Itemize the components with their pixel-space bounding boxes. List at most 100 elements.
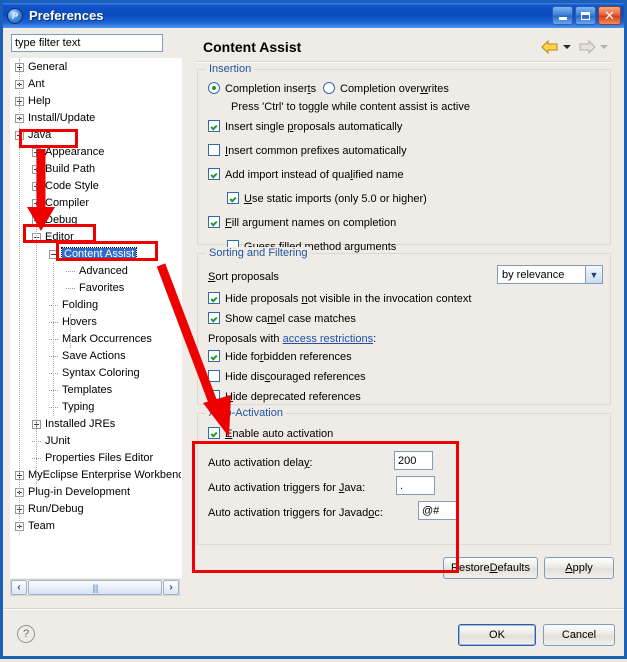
restriction-checkbox-0[interactable]: Hide forbidden references [208,350,352,364]
tree-item-run-debug[interactable]: Run/Debug [15,501,84,518]
tree-item-editor[interactable]: Editor [32,229,74,246]
tree-item-debug[interactable]: Debug [32,212,77,229]
maximize-button[interactable] [575,6,596,25]
auto-activation-delay-input[interactable] [394,451,433,470]
tree-item-label: JUnit [45,435,71,447]
apply-button[interactable]: Apply [544,557,614,579]
back-dropdown-caret-icon[interactable] [563,45,571,49]
label-prefix: Hide fo [225,351,260,363]
scroll-right-arrow-icon[interactable]: › [163,580,179,595]
label-prefix: Add import instead of qua [225,169,351,181]
sorting-checkbox-0[interactable]: Hide proposals not visible in the invoca… [208,292,471,306]
tree-item-junit[interactable]: JUnit [32,433,70,450]
tree-item-code-style[interactable]: Code Style [32,178,99,195]
scroll-left-arrow-icon[interactable]: ‹ [11,580,27,595]
checkbox-label: ide deprecated references [232,391,361,403]
label-prefix: Hide dis [225,371,265,383]
sort-proposals-label: Sort proposals [208,270,279,284]
preferences-dialog: P Preferences ✕ General Ant Help Install/Up… [0,0,627,659]
tree-item-label: Editor [45,231,74,243]
auto-activation-group: Auto-Activation Enable auto activation A… [197,407,611,545]
tree-item-myeclipse-enterprise-workbenc[interactable]: MyEclipse Enterprise Workbenc [15,467,181,484]
tree-item-label: Ant [28,78,45,90]
accel-char: A [565,562,573,574]
filter-input[interactable] [11,34,163,52]
tree-item-appearance[interactable]: Appearance [32,144,104,161]
tree-item-label: Advanced [79,265,128,277]
tree-item-team[interactable]: Team [15,518,55,535]
checkbox-indicator [208,427,220,439]
completion-overwrites-label: Completion over [340,83,421,95]
collapse-minus-icon[interactable] [49,250,58,259]
restore-defaults-button[interactable]: Restore Defaults [443,557,538,579]
checkbox-indicator [208,216,220,228]
tree-item-templates[interactable]: Templates [49,382,112,399]
back-arrow-icon[interactable] [539,39,561,55]
preference-tree[interactable]: General Ant Help Install/Update Java Appearan… [10,58,182,578]
tree-item-plug-in-development[interactable]: Plug-in Development [15,484,130,501]
tree-item-build-path[interactable]: Build Path [32,161,95,178]
ok-button[interactable]: OK [458,624,536,646]
tree-item-hovers[interactable]: Hovers [49,314,97,331]
tree-item-folding[interactable]: Folding [49,297,98,314]
label-prefix: Show ca [225,313,268,325]
sorting-filtering-group: Sorting and Filtering Sort proposals by … [197,247,611,405]
window-title: Preferences [29,8,104,23]
checkbox-label: bidden references [263,351,352,363]
tree-item-general[interactable]: General [15,59,67,76]
restriction-checkbox-1[interactable]: Hide discouraged references [208,370,366,384]
auto-activation-javadoc-input[interactable] [418,501,457,520]
label-suffix: c: [374,507,383,519]
insertion-checkbox-3[interactable]: Use static imports (only 5.0 or higher) [227,192,427,206]
sorting-checkbox-1[interactable]: Show camel case matches [208,312,356,326]
access-restrictions-link[interactable]: access restrictions [283,333,373,345]
help-icon[interactable]: ? [17,625,35,643]
label-suffix: : [309,457,313,469]
tree-item-installed-jres[interactable]: Installed JREs [32,416,115,433]
insertion-checkbox-0[interactable]: Insert single proposals automatically [208,120,402,134]
insertion-checkbox-4[interactable]: Fill argument names on completion [208,216,396,230]
tree-item-install-update[interactable]: Install/Update [15,110,95,127]
tree-item-properties-files-editor[interactable]: Properties Files Editor [32,450,153,467]
accel-char: U [244,193,252,205]
auto-activation-legend: Auto-Activation [206,407,286,419]
tree-item-label: Team [28,520,55,532]
cancel-button[interactable]: Cancel [543,624,615,646]
checkbox-indicator [208,312,220,324]
auto-activation-java-input[interactable] [396,476,435,495]
tree-item-advanced[interactable]: Advanced [66,263,128,280]
completion-overwrites-radio[interactable]: Completion overwrites [323,82,449,96]
content-assist-page: Content Assist Insertion Completion inse… [189,31,619,601]
tree-item-favorites[interactable]: Favorites [66,280,124,297]
footer-separator [3,608,624,610]
tree-horizontal-scrollbar[interactable]: ‹ |||| › [10,579,180,596]
accel-char: D [489,562,498,574]
tree-item-typing[interactable]: Typing [49,399,94,416]
tree-item-label: Properties Files Editor [45,452,154,464]
tree-item-help[interactable]: Help [15,93,51,110]
chevron-down-icon[interactable]: ▼ [585,266,602,283]
insertion-checkbox-1[interactable]: Insert common prefixes automatically [208,144,407,158]
tree-item-mark-occurrences[interactable]: Mark Occurrences [49,331,152,348]
tree-item-label: Help [28,95,51,107]
tree-item-java[interactable]: Java [15,127,51,144]
page-title: Content Assist [203,39,302,55]
label-tail: s [310,83,317,95]
label-prefix: Auto activation triggers for Javad [208,507,369,519]
tree-item-compiler[interactable]: Compiler [32,195,89,212]
sort-proposals-value: by relevance [502,268,565,281]
completion-inserts-radio[interactable]: Completion inserts [208,82,316,96]
label-prefix: Insert single [225,121,288,133]
insertion-checkbox-2[interactable]: Add import instead of qualified name [208,168,404,182]
checkbox-indicator [208,144,220,156]
scroll-thumb[interactable]: |||| [28,580,162,595]
minimize-button[interactable] [552,6,573,25]
restriction-checkbox-2[interactable]: Hide deprecated references [208,390,361,404]
enable-auto-activation-checkbox[interactable]: Enable auto activation [208,427,333,441]
checkbox-indicator [208,168,220,180]
tree-item-save-actions[interactable]: Save Actions [49,348,126,365]
sort-proposals-dropdown[interactable]: by relevance ▼ [497,265,603,284]
tree-item-content-assist[interactable]: Content Assist [49,246,138,263]
tree-item-syntax-coloring[interactable]: Syntax Coloring [49,365,140,382]
close-button[interactable]: ✕ [598,6,621,25]
